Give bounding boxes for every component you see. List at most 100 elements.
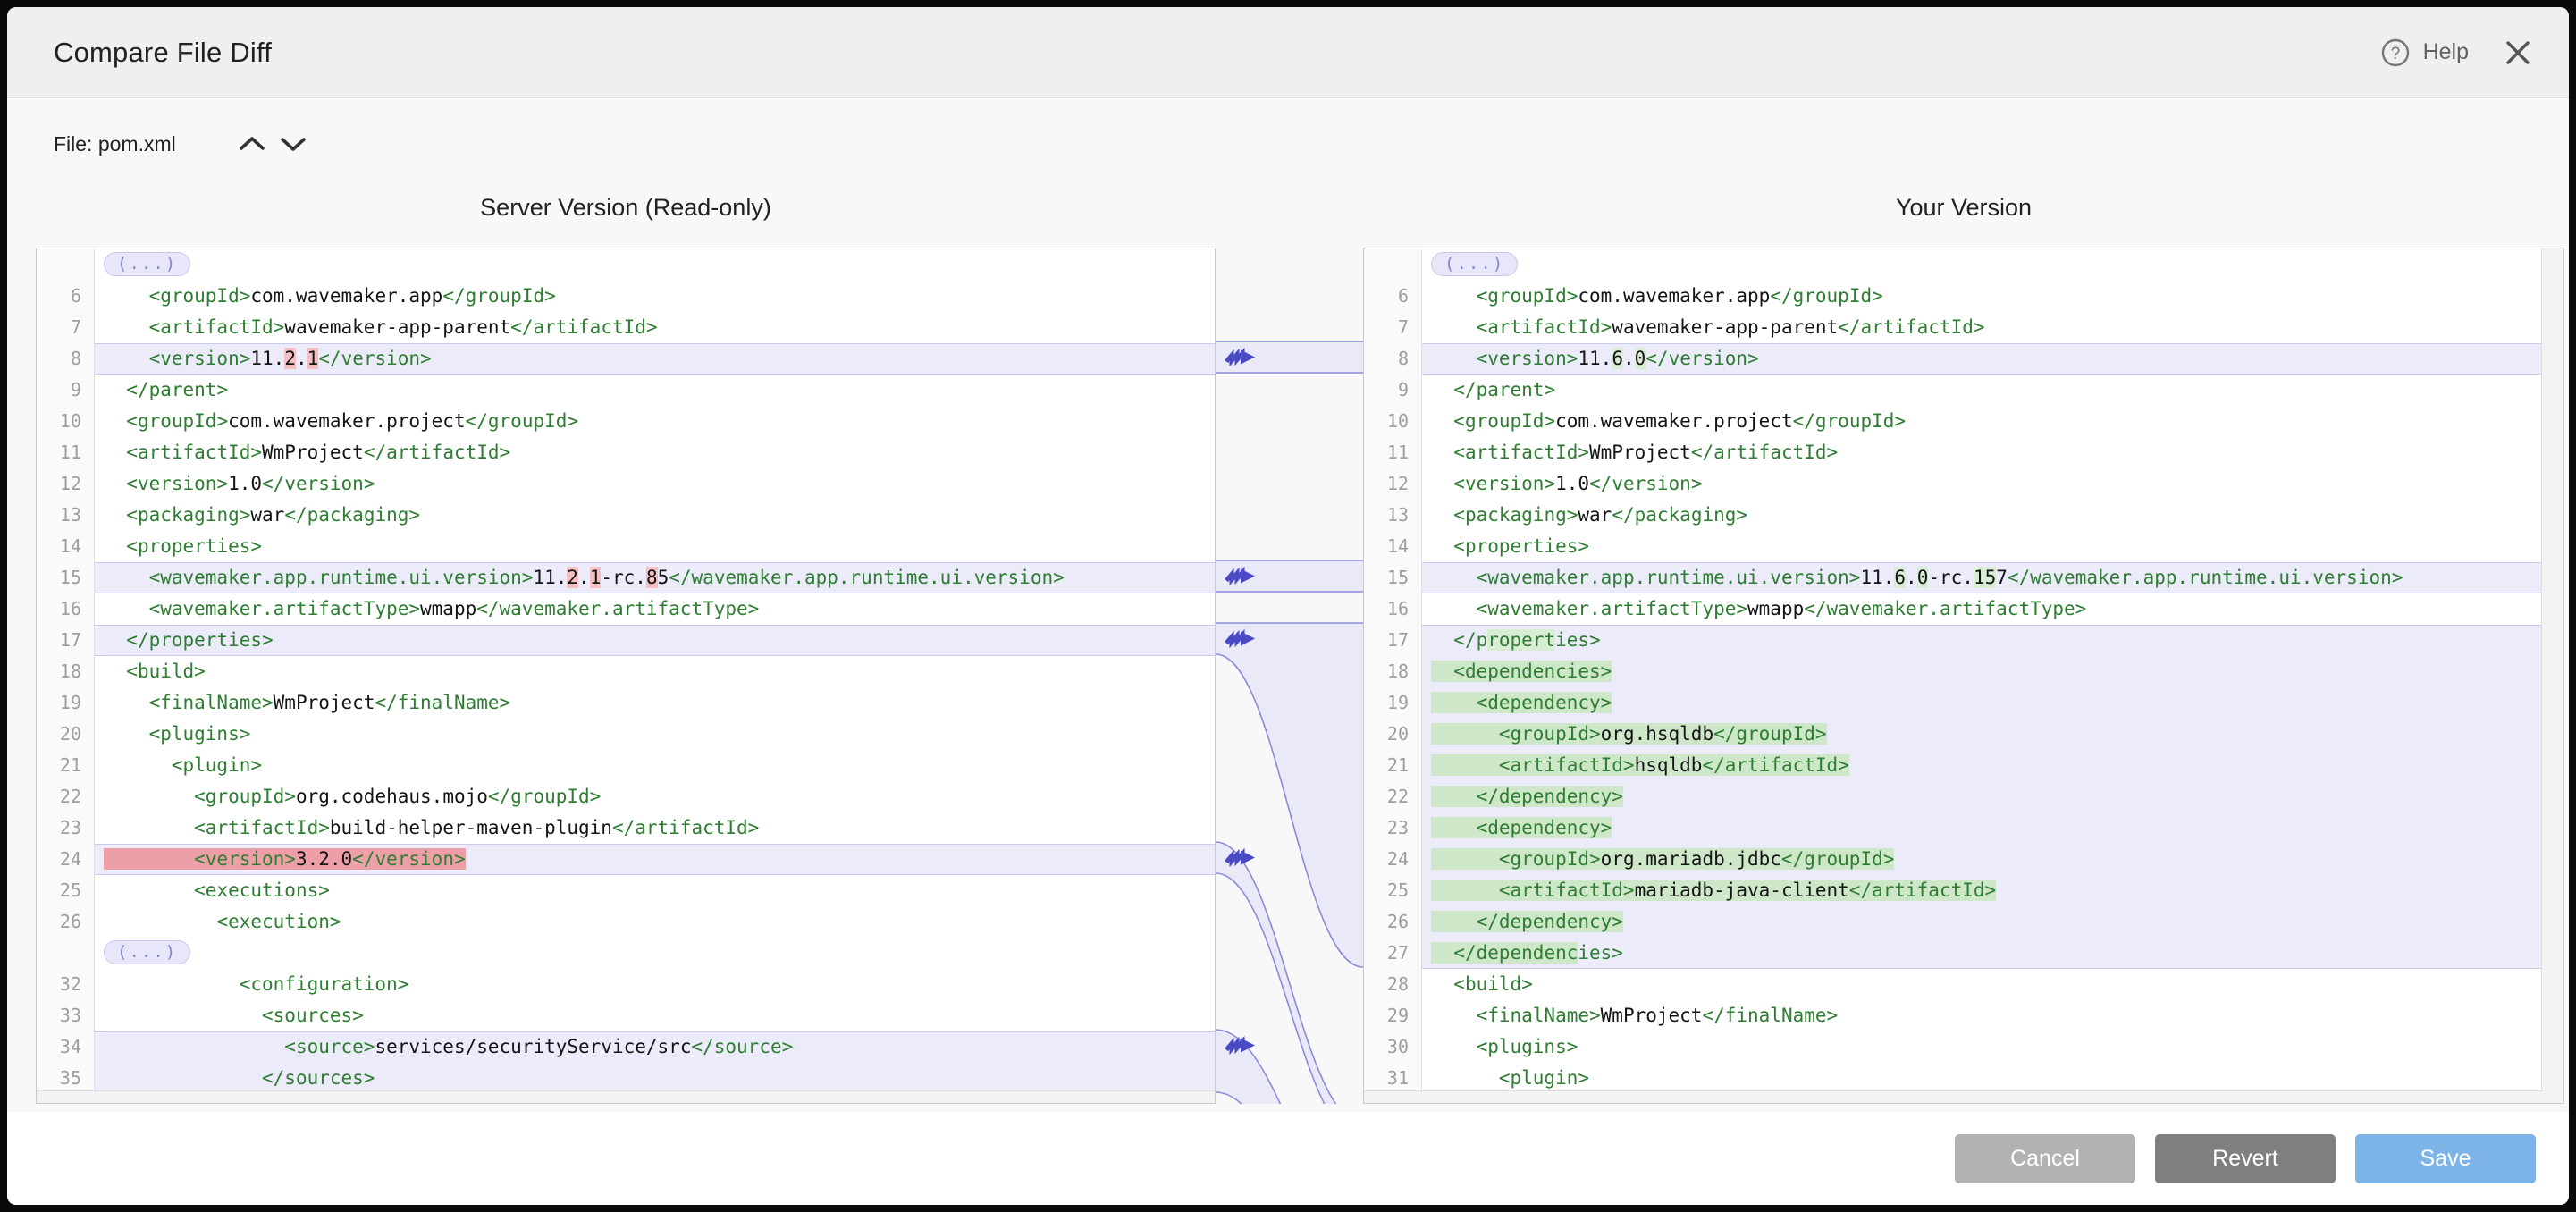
- code-line[interactable]: 22 </dependency>: [1364, 781, 2542, 812]
- line-number: 6: [1364, 281, 1422, 312]
- code-text: <finalName>WmProject</finalName>: [95, 687, 1215, 719]
- code-line[interactable]: 9 </parent>: [1364, 375, 2542, 406]
- code-text: <wavemaker.artifactType>wmapp</wavemaker…: [1422, 593, 2542, 625]
- dialog-header: Compare File Diff ? Help: [7, 7, 2569, 98]
- code-line: 33 <sources>: [37, 1000, 1215, 1031]
- code-line[interactable]: 28 <build>: [1364, 969, 2542, 1000]
- code-text: (...): [95, 249, 1215, 281]
- help-button[interactable]: ? Help: [2380, 38, 2469, 68]
- server-version-pane: (...)6 <groupId>com.wavemaker.app</group…: [36, 248, 1216, 1104]
- collapsed-lines-badge[interactable]: (...): [104, 252, 190, 276]
- code-text: <wavemaker.app.runtime.ui.version>11.6.0…: [1422, 562, 2542, 593]
- code-line[interactable]: 13 <packaging>war</packaging>: [1364, 500, 2542, 531]
- code-line: 34 <source>services/securityService/src<…: [37, 1031, 1215, 1063]
- code-line[interactable]: 17 </properties>: [1364, 625, 2542, 656]
- code-line[interactable]: 7 <artifactId>wavemaker-app-parent</arti…: [1364, 312, 2542, 343]
- code-line[interactable]: 23 <dependency>: [1364, 812, 2542, 844]
- code-line: 22 <groupId>org.codehaus.mojo</groupId>: [37, 781, 1215, 812]
- code-text: <packaging>war</packaging>: [1422, 500, 2542, 531]
- code-line: 12 <version>1.0</version>: [37, 468, 1215, 500]
- help-icon: ?: [2380, 38, 2411, 68]
- code-line[interactable]: 27 </dependencies>: [1364, 938, 2542, 969]
- code-text: </sources>: [95, 1063, 1215, 1091]
- server-version-code: (...)6 <groupId>com.wavemaker.app</group…: [37, 249, 1215, 1091]
- code-text: <version>11.6.0</version>: [1422, 343, 2542, 375]
- dialog-body: File: pom.xml Server Version (Read-only)…: [7, 99, 2569, 1112]
- code-line[interactable]: 29 <finalName>WmProject</finalName>: [1364, 1000, 2542, 1031]
- code-text: </parent>: [95, 375, 1215, 406]
- code-line[interactable]: (...): [1364, 249, 2542, 281]
- code-line[interactable]: 25 <artifactId>mariadb-java-client</arti…: [1364, 875, 2542, 906]
- close-button[interactable]: [2504, 39, 2531, 66]
- code-text: <artifactId>wavemaker-app-parent</artifa…: [95, 312, 1215, 343]
- code-line[interactable]: 21 <artifactId>hsqldb</artifactId>: [1364, 750, 2542, 781]
- line-number: 11: [1364, 437, 1422, 468]
- code-line[interactable]: 18 <dependencies>: [1364, 656, 2542, 687]
- code-line[interactable]: 15 <wavemaker.app.runtime.ui.version>11.…: [1364, 562, 2542, 593]
- line-number: 20: [1364, 719, 1422, 750]
- save-button[interactable]: Save: [2355, 1134, 2536, 1183]
- line-number: 15: [37, 562, 95, 593]
- line-number: 21: [37, 750, 95, 781]
- code-line[interactable]: 30 <plugins>: [1364, 1031, 2542, 1063]
- line-number: 24: [1364, 844, 1422, 875]
- line-number: 33: [37, 1000, 95, 1031]
- code-text: </dependency>: [1422, 906, 2542, 938]
- code-line[interactable]: 24 <groupId>org.mariadb.jdbc</groupId>: [1364, 844, 2542, 875]
- line-number: 19: [1364, 687, 1422, 719]
- code-text: <plugins>: [95, 719, 1215, 750]
- previous-diff-button[interactable]: [232, 128, 273, 160]
- collapsed-lines-badge[interactable]: (...): [104, 940, 190, 964]
- code-line: 32 <configuration>: [37, 969, 1215, 1000]
- code-text: <configuration>: [95, 969, 1215, 1000]
- code-text: <plugins>: [1422, 1031, 2542, 1063]
- code-text: <artifactId>WmProject</artifactId>: [95, 437, 1215, 468]
- collapsed-lines-badge[interactable]: (...): [1431, 252, 1518, 276]
- code-line[interactable]: 10 <groupId>com.wavemaker.project</group…: [1364, 406, 2542, 437]
- line-number: 27: [1364, 938, 1422, 969]
- line-number: [1364, 249, 1422, 281]
- code-line[interactable]: 19 <dependency>: [1364, 687, 2542, 719]
- diff-connectors: [1216, 248, 1363, 1104]
- code-line: 11 <artifactId>WmProject</artifactId>: [37, 437, 1215, 468]
- line-number: 19: [37, 687, 95, 719]
- next-diff-button[interactable]: [273, 128, 314, 160]
- line-number: 12: [37, 468, 95, 500]
- code-line[interactable]: 16 <wavemaker.artifactType>wmapp</wavema…: [1364, 593, 2542, 625]
- svg-text:?: ?: [2390, 45, 2400, 63]
- code-line[interactable]: 12 <version>1.0</version>: [1364, 468, 2542, 500]
- line-number: 22: [1364, 781, 1422, 812]
- line-number: 24: [37, 844, 95, 875]
- line-number: 7: [37, 312, 95, 343]
- line-number: 20: [37, 719, 95, 750]
- line-number: 16: [37, 593, 95, 625]
- right-vertical-scrollbar[interactable]: [2541, 248, 2563, 1103]
- code-line: 9 </parent>: [37, 375, 1215, 406]
- code-line: 19 <finalName>WmProject</finalName>: [37, 687, 1215, 719]
- left-horizontal-scrollbar[interactable]: [37, 1090, 1215, 1103]
- code-text: <groupId>com.wavemaker.app</groupId>: [95, 281, 1215, 312]
- line-number: 8: [1364, 343, 1422, 375]
- code-line[interactable]: 11 <artifactId>WmProject</artifactId>: [1364, 437, 2542, 468]
- line-number: 10: [37, 406, 95, 437]
- code-line[interactable]: 31 <plugin>: [1364, 1063, 2542, 1091]
- code-line[interactable]: 14 <properties>: [1364, 531, 2542, 562]
- line-number: 26: [37, 906, 95, 938]
- code-text: </dependency>: [1422, 781, 2542, 812]
- compare-file-diff-dialog: Compare File Diff ? Help File: p: [7, 7, 2569, 1205]
- code-line[interactable]: 26 </dependency>: [1364, 906, 2542, 938]
- code-line[interactable]: 8 <version>11.6.0</version>: [1364, 343, 2542, 375]
- code-line: 20 <plugins>: [37, 719, 1215, 750]
- code-text: <sources>: [95, 1000, 1215, 1031]
- right-horizontal-scrollbar[interactable]: [1364, 1090, 2542, 1103]
- code-line: 21 <plugin>: [37, 750, 1215, 781]
- code-line[interactable]: 20 <groupId>org.hsqldb</groupId>: [1364, 719, 2542, 750]
- line-number: 7: [1364, 312, 1422, 343]
- line-number: 9: [1364, 375, 1422, 406]
- code-line[interactable]: 6 <groupId>com.wavemaker.app</groupId>: [1364, 281, 2542, 312]
- line-number: 21: [1364, 750, 1422, 781]
- diff-connector-band: [1216, 623, 1363, 967]
- cancel-button[interactable]: Cancel: [1955, 1134, 2135, 1183]
- revert-button[interactable]: Revert: [2155, 1134, 2336, 1183]
- line-number: 13: [1364, 500, 1422, 531]
